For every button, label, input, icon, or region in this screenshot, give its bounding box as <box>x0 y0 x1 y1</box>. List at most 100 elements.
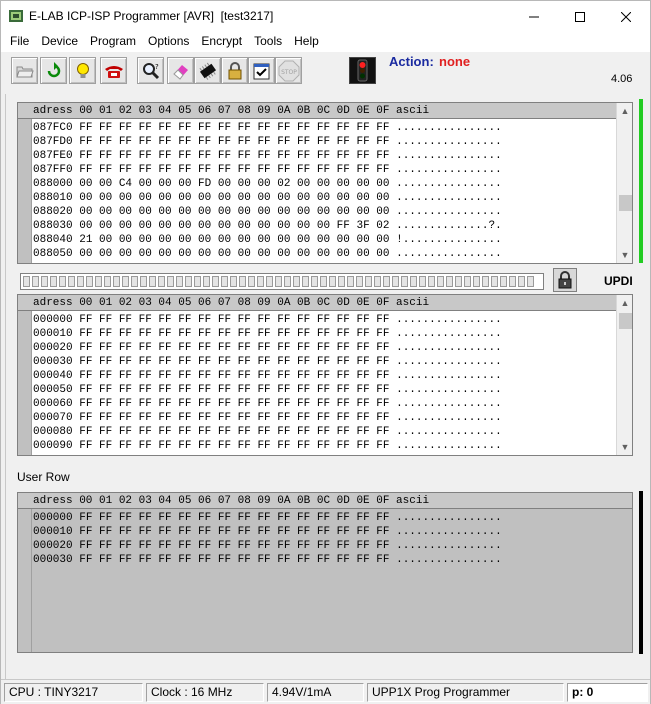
stop-label: STOP <box>281 69 297 76</box>
menu-device[interactable]: Device <box>35 32 84 52</box>
scroll-thumb[interactable] <box>619 313 632 329</box>
progress-segment <box>392 276 399 287</box>
hex-gutter <box>18 509 32 652</box>
progress-segment <box>50 276 57 287</box>
maximize-button[interactable] <box>557 1 603 32</box>
hex-gutter <box>18 311 32 455</box>
minimize-button[interactable] <box>511 1 557 32</box>
progress-segment <box>374 276 381 287</box>
hex-row[interactable]: 000070 FF FF FF FF FF FF FF FF FF FF FF … <box>33 411 502 425</box>
maximize-icon <box>575 11 585 22</box>
hex-bytes: FF FF FF FF FF FF FF FF FF FF FF FF FF F… <box>79 342 390 354</box>
scroll-down-arrow-icon[interactable]: ▼ <box>617 247 632 263</box>
lock-toggle-button[interactable] <box>553 268 577 292</box>
hex-bytes: FF FF FF FF FF FF FF FF FF FF FF FF FF F… <box>79 356 390 368</box>
scroll-thumb[interactable] <box>619 195 632 211</box>
hex-row[interactable]: 000020 FF FF FF FF FF FF FF FF FF FF FF … <box>33 341 502 355</box>
hex-ascii: ................ <box>396 540 502 552</box>
progress-segment <box>77 276 84 287</box>
hex-row[interactable]: 088050 00 00 00 00 00 00 00 00 00 00 00 … <box>33 247 502 261</box>
user-row-hex-view[interactable]: adress 00 01 02 03 04 05 06 07 08 09 0A … <box>17 492 633 653</box>
hex-row[interactable]: 000020 FF FF FF FF FF FF FF FF FF FF FF … <box>33 539 502 553</box>
hex-address: 000000 <box>33 314 73 326</box>
scroll-up-arrow-icon[interactable]: ▲ <box>617 103 632 119</box>
hex-address: 000000 <box>33 512 73 524</box>
progress-segment <box>149 276 156 287</box>
phone-icon <box>104 65 123 78</box>
progress-segment <box>500 276 507 287</box>
status-clock: Clock : 16 MHz <box>146 683 264 702</box>
menu-help[interactable]: Help <box>288 32 325 52</box>
progress-segment <box>140 276 147 287</box>
hex-row[interactable]: 000030 FF FF FF FF FF FF FF FF FF FF FF … <box>33 553 502 567</box>
lock-button[interactable] <box>221 57 248 84</box>
flash-hex-view[interactable]: adress 00 01 02 03 04 05 06 07 08 09 0A … <box>17 102 633 264</box>
hex-row[interactable]: 000010 FF FF FF FF FF FF FF FF FF FF FF … <box>33 525 502 539</box>
hex-row[interactable]: 087FC0 FF FF FF FF FF FF FF FF FF FF FF … <box>33 121 502 135</box>
hex-gutter <box>18 119 32 263</box>
search-button[interactable]: ? <box>137 57 164 84</box>
hex-bytes: 00 00 00 00 00 00 00 00 00 00 00 00 00 0… <box>79 206 390 218</box>
chip-button[interactable] <box>194 57 221 84</box>
hex-address: 000020 <box>33 540 73 552</box>
erase-button[interactable] <box>167 57 194 84</box>
hex-row[interactable]: 088030 00 00 00 00 00 00 00 00 00 00 00 … <box>33 219 502 233</box>
stop-icon: STOP <box>278 60 299 81</box>
hex-row[interactable]: 000080 FF FF FF FF FF FF FF FF FF FF FF … <box>33 425 502 439</box>
hex-row[interactable]: 000040 FF FF FF FF FF FF FF FF FF FF FF … <box>33 369 502 383</box>
close-button[interactable] <box>603 1 649 32</box>
progress-segment <box>311 276 318 287</box>
hex-row[interactable]: 088010 00 00 00 00 00 00 00 00 00 00 00 … <box>33 191 502 205</box>
hex-row[interactable]: 087FE0 FF FF FF FF FF FF FF FF FF FF FF … <box>33 149 502 163</box>
hex-row[interactable]: 000050 FF FF FF FF FF FF FF FF FF FF FF … <box>33 383 502 397</box>
hex-header: adress 00 01 02 03 04 05 06 07 08 09 0A … <box>18 103 616 119</box>
verify-button[interactable] <box>248 57 275 84</box>
menu-tools[interactable]: Tools <box>248 32 288 52</box>
hex-row[interactable]: 088000 00 00 C4 00 00 00 FD 00 00 00 02 … <box>33 177 502 191</box>
hex-bytes: FF FF FF FF FF FF FF FF FF FF FF FF FF F… <box>79 426 390 438</box>
hex-address: 000070 <box>33 412 73 424</box>
flash-status-bar <box>639 99 643 263</box>
hex-row[interactable]: 000000 FF FF FF FF FF FF FF FF FF FF FF … <box>33 313 502 327</box>
hex-row[interactable]: 000010 FF FF FF FF FF FF FF FF FF FF FF … <box>33 327 502 341</box>
reload-button[interactable] <box>40 57 67 84</box>
action-label: Action: <box>389 54 434 69</box>
hex-row[interactable]: 087FD0 FF FF FF FF FF FF FF FF FF FF FF … <box>33 135 502 149</box>
hex-ascii: ................ <box>396 314 502 326</box>
eeprom-scrollbar[interactable]: ▲ ▼ <box>616 295 632 455</box>
menu-options[interactable]: Options <box>142 32 195 52</box>
progress-segment <box>365 276 372 287</box>
phone-button[interactable] <box>100 57 127 84</box>
progress-segment <box>203 276 210 287</box>
progress-segment <box>95 276 102 287</box>
open-button[interactable] <box>11 57 38 84</box>
hex-address: 087FE0 <box>33 150 73 162</box>
bulb-button[interactable] <box>69 57 96 84</box>
stop-button[interactable]: STOP <box>275 57 302 84</box>
progress-segment <box>464 276 471 287</box>
hex-row[interactable]: 000030 FF FF FF FF FF FF FF FF FF FF FF … <box>33 355 502 369</box>
hex-bytes: FF FF FF FF FF FF FF FF FF FF FF FF FF F… <box>79 314 390 326</box>
progress-segment <box>248 276 255 287</box>
progress-segment <box>41 276 48 287</box>
hex-ascii: ................ <box>396 440 502 452</box>
title-bar: E-LAB ICP-ISP Programmer [AVR] [test3217… <box>1 1 650 32</box>
hex-row[interactable]: 088040 21 00 00 00 00 00 00 00 00 00 00 … <box>33 233 502 247</box>
progress-segment <box>482 276 489 287</box>
eeprom-hex-view[interactable]: adress 00 01 02 03 04 05 06 07 08 09 0A … <box>17 294 633 456</box>
hex-row[interactable]: 000000 FF FF FF FF FF FF FF FF FF FF FF … <box>33 511 502 525</box>
hex-bytes: FF FF FF FF FF FF FF FF FF FF FF FF FF F… <box>79 164 390 176</box>
hex-bytes: 00 00 00 00 00 00 00 00 00 00 00 00 00 0… <box>79 192 390 204</box>
progress-segment <box>383 276 390 287</box>
menu-encrypt[interactable]: Encrypt <box>195 32 248 52</box>
hex-row[interactable]: 000090 FF FF FF FF FF FF FF FF FF FF FF … <box>33 439 502 453</box>
scroll-down-arrow-icon[interactable]: ▼ <box>617 439 632 455</box>
flash-scrollbar[interactable]: ▲ ▼ <box>616 103 632 263</box>
hex-row[interactable]: 088020 00 00 00 00 00 00 00 00 00 00 00 … <box>33 205 502 219</box>
hex-row[interactable]: 000060 FF FF FF FF FF FF FF FF FF FF FF … <box>33 397 502 411</box>
progress-segment <box>104 276 111 287</box>
menu-program[interactable]: Program <box>84 32 142 52</box>
hex-row[interactable]: 087FF0 FF FF FF FF FF FF FF FF FF FF FF … <box>33 163 502 177</box>
menu-file[interactable]: File <box>1 32 35 52</box>
scroll-up-arrow-icon[interactable]: ▲ <box>617 295 632 311</box>
